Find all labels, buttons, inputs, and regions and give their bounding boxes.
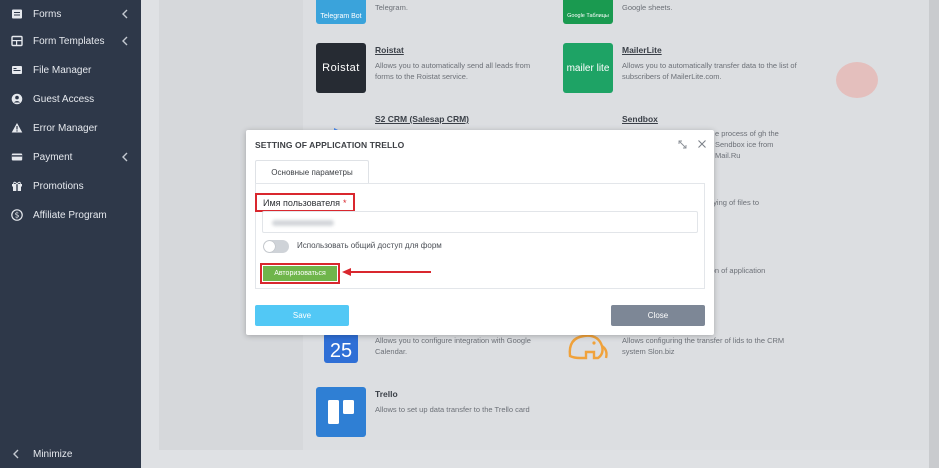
templates-icon [11,35,23,47]
sidebar: Forms Form Templates File Manager Guest … [0,0,141,468]
chevron-left-icon [122,9,128,19]
trello-logo [316,387,366,437]
payment-icon [11,151,23,163]
save-label: Save [292,311,312,320]
sidebar-item-affiliate-program[interactable]: $ Affiliate Program [0,201,141,230]
minimize-label: Minimize [33,449,73,460]
app-description: ion of application [709,266,766,275]
sidebar-item-guest-access[interactable]: Guest Access [0,85,141,114]
app-description: Allows you to configure integration with… [375,336,531,356]
sidebar-item-label: Error Manager [33,123,98,134]
user-circle-icon [11,93,23,105]
sidebar-item-forms[interactable]: Forms [0,0,141,29]
app-description: pying of files to [709,198,760,207]
telegram-bot-logo: Telegram Bot [316,0,366,24]
google-sheets-logo: Google Таблицы [563,0,613,24]
expand-icon[interactable] [678,140,687,149]
sidebar-item-label: Affiliate Program [33,210,107,221]
app-description: Google sheets. [622,3,673,12]
close-icon[interactable] [697,139,707,149]
username-label-text: Имя пользователя [263,197,341,208]
svg-text:25: 25 [330,340,352,362]
app-description: Allows to set up data transfer to the Tr… [375,405,530,414]
sidebar-item-label: File Manager [33,65,92,76]
app-name[interactable]: Roistat [375,45,404,55]
gift-icon [11,180,23,192]
app-telegram-bot[interactable]: Telegram Bot Telegram. [316,0,556,24]
dollar-icon: $ [11,209,23,221]
sidebar-item-form-templates[interactable]: Form Templates [0,27,141,56]
sidebar-item-label: Guest Access [33,94,95,105]
app-file-copy[interactable]: pying of files to [709,195,789,209]
save-button[interactable]: Save [255,305,349,326]
app-trello[interactable]: Trello Allows to set up data transfer to… [316,387,556,437]
app-name[interactable]: MailerLite [622,45,662,55]
chevron-left-icon [122,36,128,46]
tab-label: Основные параметры [271,167,353,177]
app-name[interactable]: Trello [375,389,398,399]
sidebar-item-promotions[interactable]: Promotions [0,172,141,201]
authorize-button[interactable]: Авторизоваться [263,266,337,281]
chevron-left-icon [122,152,128,162]
app-name[interactable]: Sendbox [622,114,658,124]
sidebar-item-label: Forms [33,9,62,20]
username-label: Имя пользователя * [255,193,355,212]
required-mark: * [343,197,347,208]
app-description: e process of gh the Sendbox ice from Mai… [715,129,779,160]
toggle-knob [264,241,275,252]
sidebar-item-file-manager[interactable]: File Manager [0,56,141,85]
minimize-button[interactable]: Minimize [0,440,141,468]
app-description: Allows configuring the transfer of lids … [622,336,785,356]
shared-access-toggle[interactable] [263,240,289,253]
app-description: Telegram. [375,3,408,12]
shared-access-label: Использовать общий доступ для форм [297,241,442,250]
blurred-value [272,220,334,226]
sidebar-item-label: Promotions [33,181,84,192]
authorize-label: Авторизоваться [274,270,326,277]
svg-text:$: $ [15,211,20,220]
settings-modal: SETTING OF APPLICATION TRELLO Основные п… [246,130,714,335]
chevron-left-icon [13,449,19,459]
app-description: Allows you to automatically transfer dat… [622,61,797,81]
app-google-sheets[interactable]: Google Таблицы Google sheets. [563,0,803,24]
warning-icon [11,122,23,134]
tab-main-parameters[interactable]: Основные параметры [255,160,369,183]
roistat-logo: Roistat [316,43,366,93]
modal-title: SETTING OF APPLICATION TRELLO [255,140,405,150]
forms-icon [11,8,23,20]
close-label: Close [647,311,669,320]
app-s2-crm[interactable]: S2 CRM (Salesap CRM) [316,112,556,148]
app-mailerlite[interactable]: mailer lite MailerLite Allows you to aut… [563,43,803,93]
sidebar-item-payment[interactable]: Payment [0,143,141,172]
file-manager-icon [11,64,23,76]
mailerlite-logo: mailer lite [563,43,613,93]
app-description: Allows you to automatically send all lea… [375,61,531,81]
sidebar-item-label: Form Templates [33,36,105,47]
close-button[interactable]: Close [611,305,705,326]
app-roistat[interactable]: Roistat Roistat Allows you to automatica… [316,43,556,93]
arrow-left-icon [342,268,431,276]
app-application[interactable]: ion of application [709,263,789,277]
sidebar-item-label: Payment [33,152,73,163]
scrollbar-track[interactable] [929,0,939,468]
username-input[interactable] [262,211,698,233]
decorative-blob [836,62,878,98]
sidebar-item-error-manager[interactable]: Error Manager [0,114,141,143]
app-name[interactable]: S2 CRM (Salesap CRM) [375,114,469,124]
